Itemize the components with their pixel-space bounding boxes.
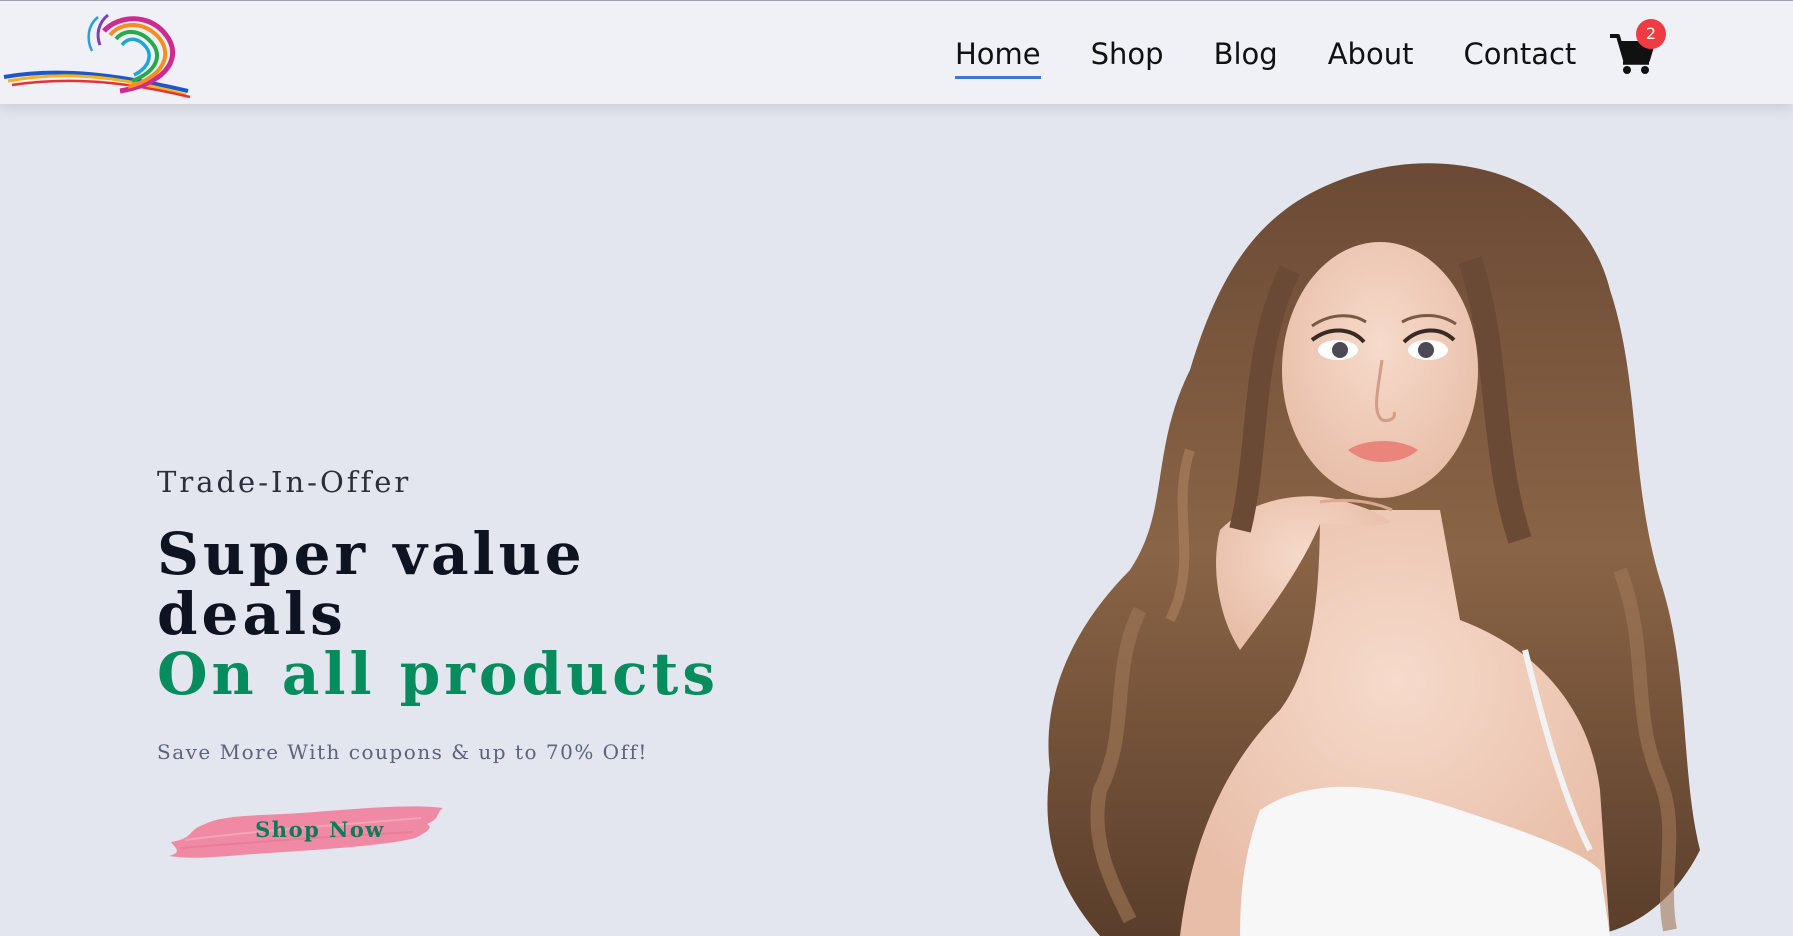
headline-accent: On all products [157,640,720,708]
nav-home[interactable]: Home [955,31,1041,79]
nav-about[interactable]: About [1328,31,1414,77]
main-nav: Home Shop Blog About Contact [955,31,1626,79]
shop-now-label: Shop Now [255,816,385,842]
nav-blog[interactable]: Blog [1214,31,1278,77]
hero-content: Trade-In-Offer Super value deals On all … [157,458,857,764]
hero-headline: Super value deals On all products [157,524,857,704]
model-portrait-image [1047,163,1700,936]
headline-line-1: Super value [157,520,586,588]
nav-shop[interactable]: Shop [1091,31,1164,77]
cart-count-badge: 2 [1636,19,1666,49]
headline-line-2: deals [157,580,347,648]
nav-contact[interactable]: Contact [1463,31,1576,77]
shop-now-button[interactable]: Shop Now [165,796,447,862]
hero-eyebrow: Trade-In-Offer [157,465,412,499]
site-header: Home Shop Blog About Contact 2 [0,0,1793,104]
hero-subtitle: Save More With coupons & up to 70% Off! [157,740,648,764]
rainbow-swirl-logo-icon[interactable] [0,5,196,101]
